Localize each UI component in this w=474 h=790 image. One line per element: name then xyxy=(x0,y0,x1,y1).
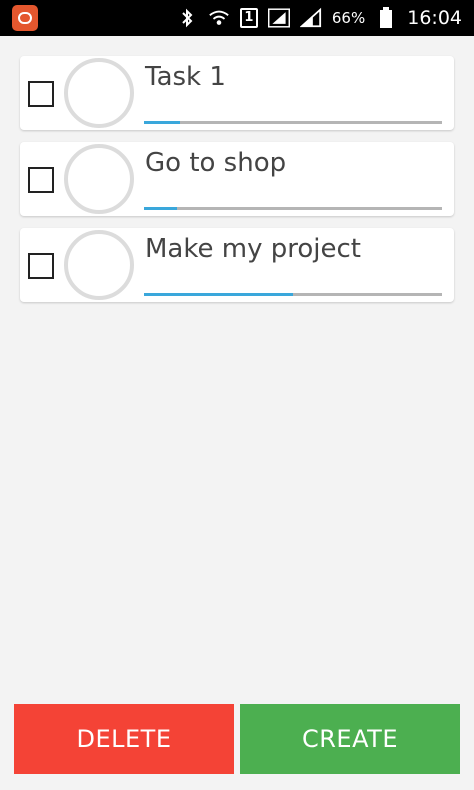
signal-icon-sim1 xyxy=(267,7,290,29)
task-card[interactable]: Make my project xyxy=(20,228,454,302)
wifi-icon xyxy=(208,7,230,29)
task-title: Go to shop xyxy=(145,148,287,178)
task-progress-fill xyxy=(144,293,293,296)
task-checkbox[interactable] xyxy=(28,167,54,193)
task-list: Task 1 Go to shop Make my project xyxy=(20,56,454,314)
task-progress-ring xyxy=(64,230,134,300)
task-progress-fill xyxy=(144,121,180,124)
task-progress-bar xyxy=(144,121,442,124)
task-progress-bar xyxy=(144,207,442,210)
task-card[interactable]: Task 1 xyxy=(20,56,454,130)
task-checkbox[interactable] xyxy=(28,253,54,279)
status-bar: 1 66% 16:04 xyxy=(0,0,474,36)
bluetooth-icon xyxy=(176,7,198,29)
task-title: Make my project xyxy=(145,234,361,264)
battery-icon xyxy=(375,7,397,29)
task-progress-ring xyxy=(64,144,134,214)
task-checkbox[interactable] xyxy=(28,81,54,107)
signal-icon-sim2 xyxy=(299,7,322,29)
status-icons: 1 66% 16:04 xyxy=(176,0,462,36)
delete-button[interactable]: DELETE xyxy=(14,704,234,774)
clock: 16:04 xyxy=(407,7,462,29)
sim-card-icon: 1 xyxy=(239,8,258,28)
task-progress-fill xyxy=(144,207,177,210)
app-notification-icon xyxy=(12,5,38,31)
task-card[interactable]: Go to shop xyxy=(20,142,454,216)
task-progress-ring xyxy=(64,58,134,128)
task-progress-bar xyxy=(144,293,442,296)
task-title: Task 1 xyxy=(145,62,226,92)
create-button[interactable]: CREATE xyxy=(240,704,460,774)
battery-percentage: 66% xyxy=(331,9,366,27)
